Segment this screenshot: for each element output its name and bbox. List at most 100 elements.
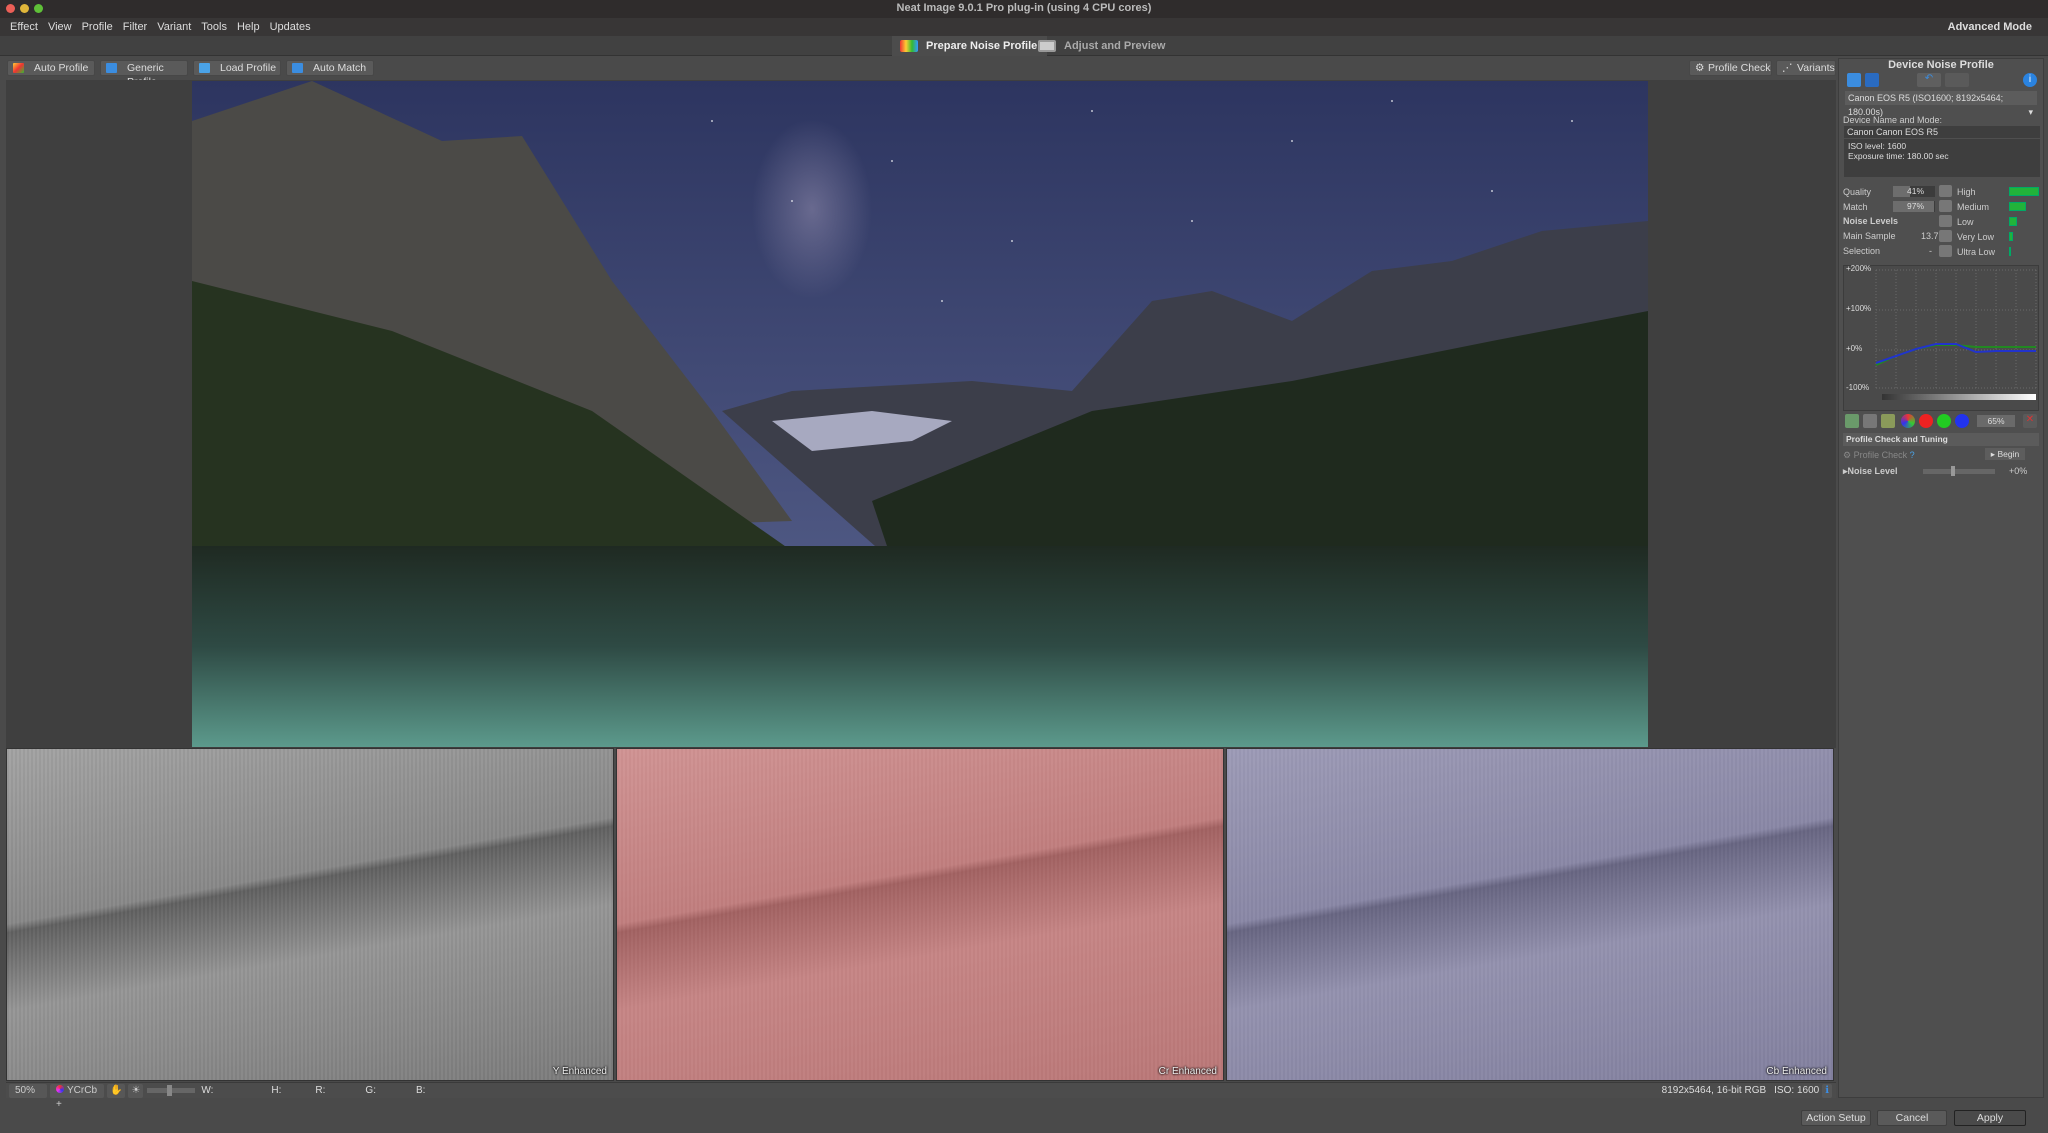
auto-profile-icon [13,63,24,73]
apply-button[interactable]: Apply [1954,1110,2026,1126]
auto-match-icon [292,63,303,73]
generic-profile-icon [106,63,117,73]
green-channel-button[interactable] [1937,414,1951,428]
selection-label: Selection [1843,246,1881,256]
open-profile-icon[interactable] [1847,73,1861,87]
minimize-window-button[interactable] [20,4,29,13]
tab-adjust-and-preview[interactable]: Adjust and Preview [1030,36,1175,56]
noise-level-value: +0% [2009,466,2028,476]
level-label: Medium [1957,202,1990,212]
landscape-photo [192,81,1648,747]
brightness-icon[interactable]: ☀ [128,1083,144,1098]
cb-channel-panel[interactable]: Cb Enhanced [1226,748,1834,1081]
brightness-slider[interactable] [147,1085,196,1096]
close-window-button[interactable] [6,4,15,13]
graph-percent[interactable]: 65% [1977,415,2015,427]
red-channel-button[interactable] [1919,414,1933,428]
slider-handle[interactable] [1951,466,1955,476]
level-bar [2009,232,2013,241]
variants-button[interactable]: ⋰ Variants [1776,60,1836,76]
auto-profile-button[interactable]: Auto Profile [7,60,95,76]
begin-label: Begin [1997,449,2020,459]
height-readout: H: [271,1085,282,1096]
level-label: High [1957,187,1976,197]
all-channels-button[interactable] [1901,414,1915,428]
preview-image[interactable] [192,81,1648,747]
menu-effect[interactable]: Effect [10,21,38,33]
graph-tick: -100% [1846,383,1870,392]
redo-button[interactable] [1945,73,1969,87]
match-value: 97% [1907,201,1925,211]
colorspace-select[interactable]: YCrCb + [50,1083,104,1110]
tab-label: Prepare Noise Profile [926,40,1038,52]
level-thumbnail-icon [1939,230,1952,242]
advanced-mode-label[interactable]: Advanced Mode [1948,21,2032,33]
panel-label: Cr Enhanced [1158,1066,1217,1077]
cancel-button[interactable]: Cancel [1877,1110,1947,1126]
tab-prepare-noise-profile[interactable]: Prepare Noise Profile [892,36,1048,56]
graph-tick: +200% [1846,264,1872,273]
red-readout: R: [315,1085,326,1096]
gear-icon: ⚙ [1695,62,1705,74]
quality-value: 41% [1907,186,1925,196]
quality-meter: 41% [1893,186,1935,197]
button-label: Profile Check [1708,62,1771,74]
device-info-box: ISO level: 1600 Exposure time: 180.00 se… [1844,139,2040,177]
auto-match-button[interactable]: Auto Match [286,60,374,76]
info-icon[interactable]: i [2023,73,2037,87]
graph-tool-icon[interactable] [1881,414,1895,428]
reset-icon[interactable]: ✕ [2023,414,2037,428]
level-label: Ultra Low [1957,247,1996,257]
generic-profile-button[interactable]: Generic Profile [100,60,188,88]
noise-level-slider[interactable] [1923,466,1995,476]
panel-label: Cb Enhanced [1766,1066,1827,1077]
noise-level-toggle[interactable]: ▸Noise Level [1843,466,1898,477]
menu-variant[interactable]: Variant [157,21,191,33]
profile-select[interactable]: Canon EOS R5 (ISO1600; 8192x5464; 180.00… [1845,91,2037,117]
load-profile-button[interactable]: Load Profile [193,60,281,76]
menu-filter[interactable]: Filter [123,21,147,33]
green-readout: G: [365,1085,376,1096]
iso-info: ISO: 1600 [1774,1085,1820,1096]
selection-value: - [1929,246,1932,256]
graph-tool-icon[interactable] [1845,414,1859,428]
zoom-select[interactable]: 50% [9,1083,47,1098]
status-bar: 50% YCrCb + ✋ ☀ W: H: R: G: B: 8192x5464… [6,1082,1836,1110]
noise-graph[interactable]: +200% +100% +0% -100% [1843,264,2039,411]
colorspace-icon [56,1084,64,1093]
main-sample-label: Main Sample [1843,231,1896,241]
info-icon[interactable]: ℹ [1822,1083,1832,1098]
window-title: Neat Image 9.0.1 Pro plug-in (using 4 CP… [896,2,1152,14]
device-name-field[interactable]: Canon Canon EOS R5 [1844,126,2040,138]
title-bar: Neat Image 9.0.1 Pro plug-in (using 4 CP… [0,0,2048,18]
level-label: Very Low [1957,232,1995,242]
undo-button[interactable]: ↶ [1917,73,1941,87]
action-setup-button[interactable]: Action Setup [1801,1110,1871,1126]
y-channel-panel[interactable]: Y Enhanced [6,748,614,1081]
noise-curve-chart [1875,269,2037,400]
panel-label: Y Enhanced [552,1066,607,1077]
menu-view[interactable]: View [48,21,72,33]
button-label: Load Profile [220,62,277,74]
graph-tool-icon[interactable] [1863,414,1877,428]
hand-tool-button[interactable]: ✋ [107,1083,126,1098]
profile-select-value: Canon EOS R5 (ISO1600; 8192x5464; 180.00… [1848,93,2004,117]
help-icon[interactable]: ? [1910,450,1915,460]
blue-channel-button[interactable] [1955,414,1969,428]
menu-help[interactable]: Help [237,21,260,33]
quality-label: Quality [1843,187,1872,197]
menu-tools[interactable]: Tools [201,21,227,33]
maximize-window-button[interactable] [34,4,43,13]
save-profile-icon[interactable] [1865,73,1879,87]
cr-channel-panel[interactable]: Cr Enhanced [616,748,1224,1081]
blue-readout: B: [415,1085,426,1096]
level-bar [2009,202,2026,211]
match-meter: 97% [1893,201,1935,212]
profile-check-toggle[interactable]: ⚙ Profile Check ? [1843,450,1915,461]
begin-button[interactable]: ▸ Begin [1985,448,2025,460]
tab-label: Adjust and Preview [1064,40,1166,52]
profile-check-button[interactable]: ⚙ Profile Check [1689,60,1772,76]
menu-updates[interactable]: Updates [270,21,311,33]
menu-profile[interactable]: Profile [82,21,113,33]
variants-icon: ⋰ [1782,62,1793,74]
